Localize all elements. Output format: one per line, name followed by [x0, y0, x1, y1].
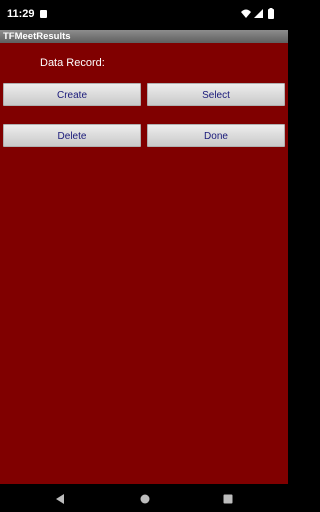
app-title-bar: TFMeetResults: [0, 30, 288, 43]
main-content: Data Record: Create Select Delete Done: [0, 43, 288, 484]
create-button[interactable]: Create: [3, 83, 141, 106]
select-button[interactable]: Select: [147, 83, 285, 106]
data-record-label: Data Record:: [40, 57, 105, 69]
wifi-icon: [241, 9, 251, 18]
status-time: 11:29: [7, 8, 35, 20]
status-bar: 11:29: [0, 0, 288, 30]
recents-icon[interactable]: [222, 492, 234, 510]
app-title: TFMeetResults: [3, 31, 71, 42]
done-button[interactable]: Done: [147, 124, 285, 147]
navigation-bar: [0, 484, 288, 512]
home-icon[interactable]: [139, 492, 151, 510]
sim-icon: [40, 10, 47, 18]
signal-icon: [254, 9, 263, 18]
delete-button[interactable]: Delete: [3, 124, 141, 147]
status-icons: [240, 8, 280, 20]
battery-icon: [268, 8, 274, 19]
back-icon[interactable]: [54, 492, 66, 510]
